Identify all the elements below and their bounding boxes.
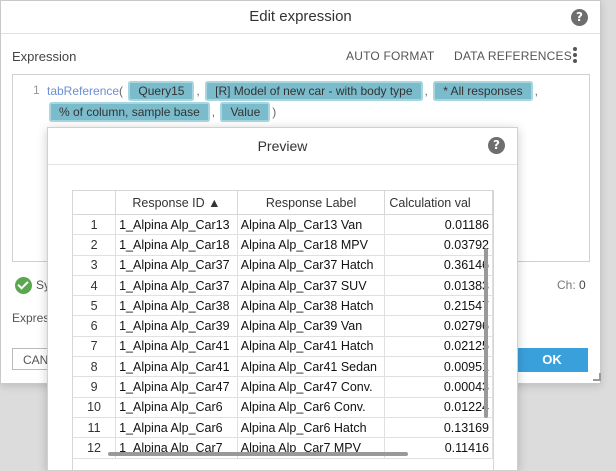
row-number: 2 (73, 234, 117, 256)
table-row[interactable]: 9 1_Alpina Alp_Car47 Alpina Alp_Car47 Conv… (73, 376, 493, 398)
row-number: 10 (73, 397, 117, 418)
help-icon[interactable]: ? (571, 9, 588, 26)
row-number: 6 (73, 315, 117, 337)
expression-label: Expression (12, 49, 77, 64)
row-number: 3 (73, 255, 117, 276)
column-header-response-id[interactable]: Response ID ▲ (115, 191, 238, 215)
cell-calculation-value: 0.36146 (384, 255, 493, 276)
cell-calculation-value: 0.00043 (384, 376, 493, 398)
comma: , (196, 84, 200, 98)
cell-calculation-value: 0.03792 (384, 234, 493, 256)
dialog-header: Edit expression ? (1, 1, 600, 34)
comma: , (534, 84, 538, 98)
cell-response-id: 1_Alpina Alp_Car41 (115, 356, 238, 378)
preview-panel: Preview ? Response ID ▲ Response Label C… (47, 127, 518, 471)
column-header-calculation-value[interactable]: Calculation val (384, 191, 493, 215)
cell-response-label: Alpina Alp_Car37 Hatch (237, 255, 386, 276)
preview-title: Preview (257, 138, 308, 154)
column-header-response-label[interactable]: Response Label (237, 191, 386, 215)
row-number: 5 (73, 295, 117, 317)
kebab-menu-icon[interactable] (573, 47, 577, 65)
preview-header: Preview ? (48, 128, 517, 165)
row-number: 9 (73, 376, 117, 398)
table-row[interactable]: 11 1_Alpina Alp_Car6 Alpina Alp_Car6 Hatch… (73, 417, 493, 439)
reference-chip[interactable]: [R] Model of new car - with body type (207, 83, 421, 99)
check-icon (15, 277, 32, 294)
cell-response-id: 1_Alpina Alp_Car38 (115, 295, 238, 317)
cell-response-label: Alpina Alp_Car6 Conv. (237, 397, 386, 418)
cell-response-id: 1_Alpina Alp_Car37 (115, 275, 238, 297)
comma: , (424, 84, 428, 98)
table-row[interactable]: 5 1_Alpina Alp_Car38 Alpina Alp_Car38 Hatc… (73, 295, 493, 317)
comma: , (211, 105, 216, 119)
reference-chip[interactable]: % of column, sample base (51, 104, 208, 120)
cell-response-id: 1_Alpina Alp_Car39 (115, 315, 238, 337)
cell-response-id: 1_Alpina Alp_Car37 (115, 255, 238, 276)
cell-calculation-value: 0.00951 (384, 356, 493, 378)
cell-response-label: Alpina Alp_Car6 Hatch (237, 417, 386, 439)
table-row[interactable]: 10 1_Alpina Alp_Car6 Alpina Alp_Car6 Conv.… (73, 397, 493, 418)
table-header-row: Response ID ▲ Response Label Calculation… (73, 191, 493, 215)
char-count: Ch: 0 (557, 278, 586, 292)
preview-table-container[interactable]: Response ID ▲ Response Label Calculation… (72, 190, 494, 470)
cell-response-label: Alpina Alp_Car47 Conv. (237, 376, 386, 398)
cell-calculation-value: 0.13169 (384, 417, 493, 439)
help-icon[interactable]: ? (488, 137, 505, 154)
reference-chip[interactable]: Value (222, 104, 269, 120)
data-references-button[interactable]: DATA REFERENCES (454, 49, 572, 63)
cell-response-label: Alpina Alp_Car38 Hatch (237, 295, 386, 317)
cell-response-id: 1_Alpina Alp_Car18 (115, 234, 238, 256)
cell-calculation-value: 0.02796 (384, 315, 493, 337)
cell-calculation-value: 0.02125 (384, 336, 493, 358)
table-row[interactable]: 8 1_Alpina Alp_Car41 Alpina Alp_Car41 Seda… (73, 356, 493, 378)
cell-response-label: Alpina Alp_Car41 Sedan (237, 356, 386, 378)
row-number: 4 (73, 275, 117, 297)
reference-chip[interactable]: Query15 (130, 83, 193, 99)
cell-response-label: Alpina Alp_Car41 Hatch (237, 336, 386, 358)
dialog-title: Edit expression (249, 8, 352, 25)
resize-handle-icon[interactable] (593, 373, 601, 381)
cell-calculation-value: 0.01383 (384, 275, 493, 297)
cell-response-label: Alpina Alp_Car39 Van (237, 315, 386, 337)
cell-calculation-value: 0.01186 (384, 214, 493, 236)
char-label: Ch: (557, 278, 576, 292)
row-number: 1 (73, 214, 117, 236)
cell-response-label: Alpina Alp_Car18 MPV (237, 234, 386, 256)
cell-response-id: 1_Alpina Alp_Car41 (115, 336, 238, 358)
cell-response-id: 1_Alpina Alp_Car6 (115, 397, 238, 418)
row-number-header (73, 191, 117, 215)
cell-response-id: 1_Alpina Alp_Car6 (115, 417, 238, 439)
horizontal-scrollbar[interactable] (108, 452, 408, 456)
line-number: 1 (33, 83, 40, 97)
vertical-scrollbar[interactable] (484, 248, 488, 418)
table-row[interactable]: 4 1_Alpina Alp_Car37 Alpina Alp_Car37 SUV 0… (73, 275, 493, 297)
ok-button[interactable]: OK (516, 348, 588, 372)
cell-calculation-value: 0.21547 (384, 295, 493, 317)
reference-chip[interactable]: * All responses (435, 83, 531, 99)
char-value: 0 (579, 278, 586, 292)
cell-calculation-value: 0.01224 (384, 397, 493, 418)
cell-response-id: 1_Alpina Alp_Car13 (115, 214, 238, 236)
table-row[interactable]: 6 1_Alpina Alp_Car39 Alpina Alp_Car39 Van 0… (73, 315, 493, 337)
preview-table: Response ID ▲ Response Label Calculation… (73, 191, 493, 459)
auto-format-button[interactable]: AUTO FORMAT (346, 49, 434, 63)
row-number: 7 (73, 336, 117, 358)
paren-open: ( (119, 84, 124, 98)
cell-response-label: Alpina Alp_Car37 SUV (237, 275, 386, 297)
table-row[interactable]: 7 1_Alpina Alp_Car41 Alpina Alp_Car41 Hatc… (73, 336, 493, 358)
cell-response-id: 1_Alpina Alp_Car47 (115, 376, 238, 398)
table-row[interactable]: 1 1_Alpina Alp_Car13 Alpina Alp_Car13 Van 0… (73, 214, 493, 236)
function-name: tabReference (47, 84, 120, 98)
row-number: 8 (73, 356, 117, 378)
paren-close: ) (272, 105, 277, 119)
table-row[interactable]: 2 1_Alpina Alp_Car18 Alpina Alp_Car18 MPV 0… (73, 234, 493, 256)
expression-code: tabReference( Query15, [R] Model of new … (47, 81, 577, 123)
row-number: 11 (73, 417, 117, 439)
cell-response-label: Alpina Alp_Car13 Van (237, 214, 386, 236)
table-row[interactable]: 3 1_Alpina Alp_Car37 Alpina Alp_Car37 Hatc… (73, 255, 493, 276)
